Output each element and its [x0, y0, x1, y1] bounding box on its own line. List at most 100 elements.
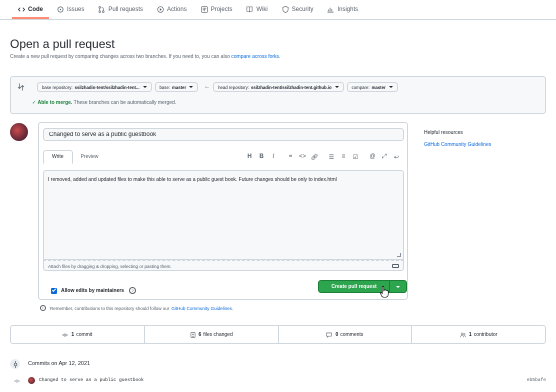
- numbered-list-icon[interactable]: ≡: [338, 154, 349, 160]
- repo-tabs: Code Issues Pull requests Actions Projec…: [0, 0, 556, 20]
- code-icon[interactable]: <>: [297, 154, 308, 160]
- title-input[interactable]: [43, 128, 404, 141]
- book-icon: [246, 6, 253, 13]
- reply-icon[interactable]: ↩: [391, 154, 402, 161]
- issue-icon: [57, 6, 64, 13]
- attach-files-bar[interactable]: Attach files by dragging & dropping, sel…: [43, 260, 404, 271]
- contribution-reminder: i Remember, contributions to this reposi…: [40, 305, 233, 311]
- commit-row: Changed to serve as a public guestbook e…: [14, 377, 546, 384]
- link-icon[interactable]: 🔗︎: [309, 154, 320, 161]
- people-icon: [460, 332, 466, 337]
- commit-icon: [62, 333, 69, 336]
- tab-label: Issues: [67, 6, 85, 13]
- italic-icon[interactable]: I: [268, 154, 279, 160]
- tab-security[interactable]: Security: [276, 2, 320, 19]
- chevron-down-icon: [142, 86, 147, 88]
- comments-label: comments: [340, 331, 364, 338]
- comments-stat[interactable]: 0 comments: [279, 326, 413, 343]
- tab-label: Projects: [210, 6, 233, 13]
- commit-sha[interactable]: eb5bafe: [527, 378, 546, 383]
- commit-message[interactable]: Changed to serve as a public guestbook: [39, 378, 527, 383]
- compare-across-forks-link[interactable]: compare across forks.: [231, 54, 280, 60]
- quote-icon[interactable]: ❝: [285, 154, 296, 161]
- tab-wiki[interactable]: Wiki: [240, 2, 273, 19]
- tab-insights[interactable]: Insights: [321, 2, 364, 19]
- reminder-text: Remember, contributions to this reposito…: [50, 305, 170, 311]
- merge-status-text: These branches can be automatically merg…: [73, 100, 177, 106]
- base-repository-select[interactable]: base repository: ssilzhadin-tent/ssilzha…: [37, 82, 152, 92]
- page-title: Open a pull request: [10, 37, 115, 51]
- base-branch-select[interactable]: base: master: [154, 82, 199, 92]
- description-text: I removed, added and updated files to ma…: [48, 177, 337, 183]
- avatar[interactable]: [10, 123, 28, 141]
- base-label: base:: [159, 84, 171, 90]
- tab-write[interactable]: Write: [43, 150, 73, 164]
- commit-group-icon: [10, 359, 20, 369]
- chevron-down-icon: [388, 86, 393, 88]
- contributors-stat[interactable]: 1 contributor: [412, 326, 545, 343]
- project-icon: [201, 6, 208, 13]
- tab-issues[interactable]: Issues: [51, 2, 90, 19]
- community-guidelines-link[interactable]: GitHub Community Guidelines.: [171, 306, 233, 311]
- tab-preview[interactable]: Preview: [73, 150, 107, 164]
- commits-count: 1: [71, 331, 75, 338]
- head-repo-value: ssilzhadin-tent/ssilzhadin-tent.github.i…: [250, 84, 332, 90]
- community-guidelines-sidebar-link[interactable]: GitHub Community Guidelines: [424, 142, 491, 148]
- create-pull-request-button[interactable]: Create pull request: [318, 280, 407, 293]
- tab-projects[interactable]: Projects: [195, 2, 239, 19]
- compare-label: compare:: [351, 84, 370, 90]
- chevron-down-icon: [189, 86, 194, 88]
- create-options-dropdown[interactable]: [390, 285, 406, 288]
- allow-edits-checkbox[interactable]: Allow edits by maintainers ?: [51, 287, 137, 294]
- commits-label: commit: [76, 331, 93, 338]
- commits-stat[interactable]: 1 commit: [11, 326, 145, 343]
- tab-actions[interactable]: Actions: [151, 2, 193, 19]
- helpful-resources: Helpful resources GitHub Community Guide…: [424, 130, 491, 148]
- pull-request-icon: [98, 6, 105, 13]
- bullet-list-icon[interactable]: ☰: [326, 154, 337, 161]
- allow-edits-label: Allow edits by maintainers: [61, 287, 125, 294]
- chevron-down-icon: [334, 86, 339, 88]
- head-repository-select[interactable]: head repository: ssilzhadin-tent/ssilzha…: [213, 82, 344, 92]
- base-repo-label: base repository:: [42, 84, 73, 90]
- compare-value: master: [371, 84, 386, 90]
- files-changed-stat[interactable]: 6 files changed: [145, 326, 279, 343]
- compare-branch-select[interactable]: compare: master: [346, 82, 398, 92]
- description-textarea[interactable]: I removed, added and updated files to ma…: [43, 170, 404, 260]
- editor-tabs: Write Preview: [43, 150, 106, 164]
- tab-label: Insights: [337, 6, 359, 13]
- tab-label: Code: [28, 6, 43, 13]
- merge-ok-text: Able to merge.: [37, 100, 73, 106]
- markdown-toolbar: H B I ❝ <> 🔗︎ ☰ ≡ ☑ @ ⤢ ↩: [243, 152, 402, 162]
- pull-request-form: Write Preview H B I ❝ <> 🔗︎ ☰ ≡ ☑ @ ⤢ ↩ …: [38, 122, 408, 300]
- commit-author-avatar[interactable]: [28, 377, 35, 384]
- tab-label: Security: [291, 6, 314, 13]
- markdown-icon: [392, 264, 399, 268]
- tab-label: Pull requests: [108, 6, 144, 13]
- task-list-icon[interactable]: ☑: [350, 154, 361, 161]
- question-icon[interactable]: ?: [129, 287, 137, 294]
- page-subtitle: Create a new pull request by comparing c…: [10, 54, 280, 60]
- info-icon: i: [40, 305, 46, 311]
- hand-cursor-icon: [380, 286, 389, 298]
- compare-stats: 1 commit 6 files changed 0 comments 1 co…: [10, 325, 546, 344]
- tab-pull-requests[interactable]: Pull requests: [92, 2, 149, 19]
- compare-bar: base repository: ssilzhadin-tent/ssilzha…: [10, 76, 546, 114]
- resize-handle[interactable]: [397, 253, 401, 257]
- play-icon: [157, 6, 164, 13]
- chevron-down-icon: [396, 285, 400, 288]
- base-repo-value: ssilzhadin-tent/ssilzhadin-tent...: [74, 84, 140, 90]
- shield-icon: [282, 6, 289, 13]
- comment-icon: [326, 332, 333, 338]
- base-value: master: [172, 84, 187, 90]
- merge-status: ✓ Able to merge. These branches can be a…: [32, 100, 176, 106]
- heading-icon[interactable]: H: [244, 154, 255, 160]
- reference-icon[interactable]: ⤢: [379, 154, 390, 161]
- checkbox[interactable]: [51, 287, 57, 294]
- code-icon: [18, 7, 25, 12]
- tab-code[interactable]: Code: [12, 2, 49, 19]
- bold-icon[interactable]: B: [256, 154, 267, 160]
- file-diff-icon: [190, 331, 195, 338]
- mention-icon[interactable]: @: [367, 154, 378, 160]
- compare-icon: [17, 83, 25, 91]
